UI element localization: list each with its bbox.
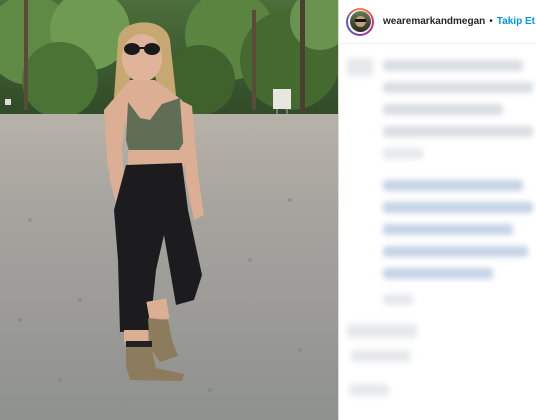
post-header: wearemarkandmegan • Takip Et	[339, 0, 536, 44]
blurred-hashtag-line	[383, 246, 528, 257]
follow-button[interactable]: Takip Et	[497, 16, 535, 27]
blurred-hashtag-line	[383, 180, 523, 191]
post-photo-image	[0, 0, 338, 420]
blurred-caption-line	[383, 126, 533, 137]
blurred-comment	[347, 324, 417, 338]
blurred-comment	[349, 384, 389, 396]
blurred-hashtag-line	[383, 224, 513, 235]
blurred-caption-line	[383, 60, 523, 71]
profile-avatar-icon	[349, 11, 371, 32]
blurred-caption-line	[383, 104, 503, 115]
blurred-timestamp	[383, 294, 413, 305]
blurred-avatar	[347, 58, 373, 76]
post-side-panel: wearemarkandmegan • Takip Et	[339, 0, 536, 420]
blurred-caption-line	[383, 148, 423, 159]
blurred-comment	[351, 350, 411, 362]
username-link[interactable]: wearemarkandmegan	[383, 16, 485, 27]
blurred-caption-area	[339, 44, 536, 420]
blurred-hashtag-line	[383, 268, 493, 279]
blurred-caption-line	[383, 82, 533, 93]
separator-dot: •	[489, 16, 493, 27]
blurred-hashtag-line	[383, 202, 533, 213]
story-ring[interactable]	[346, 7, 374, 36]
instagram-post: wearemarkandmegan • Takip Et	[0, 0, 536, 420]
avatar	[348, 9, 372, 34]
post-photo[interactable]	[0, 0, 338, 420]
